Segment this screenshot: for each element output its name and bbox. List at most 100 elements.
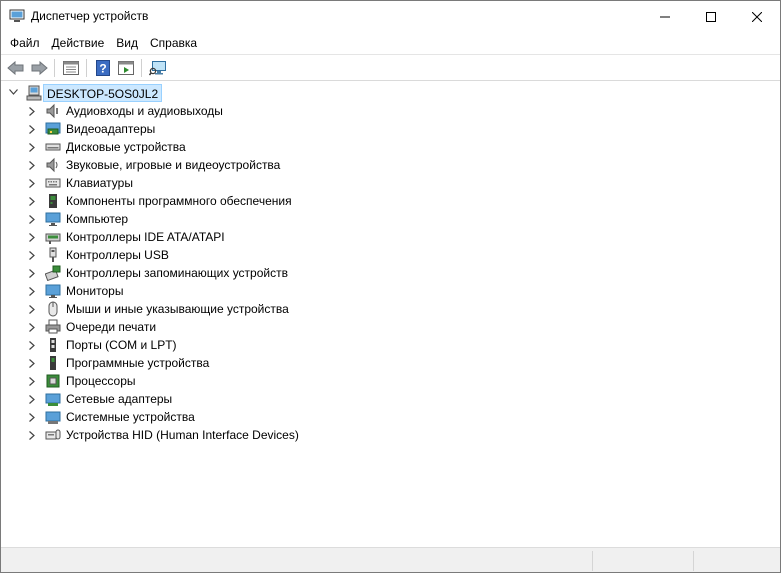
- update-driver-button[interactable]: [114, 57, 137, 79]
- tree-item-label: Порты (COM и LPT): [66, 338, 177, 352]
- tree-root[interactable]: DESKTOP-5OS0JL2: [1, 84, 201, 102]
- close-button[interactable]: [734, 1, 780, 32]
- back-icon: [6, 60, 23, 75]
- tree-item[interactable]: Контроллеры запоминающих устройств: [1, 264, 401, 282]
- minimize-button[interactable]: [642, 1, 688, 32]
- chevron-right-icon[interactable]: [29, 377, 35, 386]
- chevron-right-icon[interactable]: [29, 413, 35, 422]
- toolbar-separator: [86, 58, 87, 77]
- help-icon: ?: [95, 59, 110, 76]
- tree-item[interactable]: Контроллеры IDE ATA/ATAPI: [1, 228, 401, 246]
- tree-item-label: Системные устройства: [66, 410, 195, 424]
- help-button[interactable]: ?: [91, 57, 114, 79]
- mouse-icon: [48, 301, 58, 317]
- chevron-right-icon[interactable]: [29, 359, 35, 368]
- menu-help[interactable]: Справка: [144, 33, 203, 53]
- tree-item-label: Очереди печати: [66, 320, 157, 334]
- menu-bar: Файл Действие Вид Справка: [1, 32, 780, 54]
- display-adapter-icon: [45, 122, 61, 135]
- audio-io-icon: [46, 103, 58, 119]
- menu-view[interactable]: Вид: [110, 33, 144, 53]
- menu-view-label: Вид: [116, 36, 138, 50]
- chevron-right-icon[interactable]: [29, 431, 35, 440]
- tree-item-label: Компоненты программного обеспечения: [66, 194, 292, 208]
- tree-item[interactable]: Мониторы: [1, 282, 401, 300]
- forward-button[interactable]: [27, 57, 50, 79]
- chevron-right-icon[interactable]: [29, 179, 35, 188]
- tree-item[interactable]: Очереди печати: [1, 318, 401, 336]
- scan-hardware-icon: [148, 60, 166, 75]
- status-bar: [1, 547, 780, 572]
- title-bar[interactable]: Диспетчер устройств: [1, 1, 780, 32]
- toolbar: ?: [1, 55, 780, 80]
- tree-item-label: Аудиовходы и аудиовыходы: [66, 104, 223, 118]
- hid-icon: [45, 429, 61, 440]
- status-divider: [693, 551, 694, 571]
- chevron-right-icon[interactable]: [29, 215, 35, 224]
- tree-item-label: Видеоадаптеры: [66, 122, 156, 136]
- tree-root-label[interactable]: DESKTOP-5OS0JL2: [43, 84, 163, 102]
- tree-item-label: Процессоры: [66, 374, 136, 388]
- chevron-right-icon[interactable]: [29, 395, 35, 404]
- device-manager-window: Диспетчер устройств Файл Действие Вид Сп…: [0, 0, 781, 573]
- disk-drive-icon: [45, 143, 61, 151]
- chevron-right-icon[interactable]: [29, 305, 35, 314]
- maximize-icon: [706, 11, 716, 22]
- system-device-icon: [45, 411, 61, 424]
- toolbar-separator: [54, 58, 55, 77]
- tree-item[interactable]: Устройства HID (Human Interface Devices): [1, 426, 401, 444]
- chevron-right-icon[interactable]: [29, 287, 35, 296]
- tree-item-label: Звуковые, игровые и видеоустройства: [66, 158, 281, 172]
- chevron-right-icon[interactable]: [29, 161, 35, 170]
- properties-pane-button[interactable]: [59, 57, 82, 79]
- tree-item[interactable]: Компоненты программного обеспечения: [1, 192, 401, 210]
- tree-item[interactable]: Процессоры: [1, 372, 401, 390]
- tree-item[interactable]: Видеоадаптеры: [1, 120, 401, 138]
- window-title: Диспетчер устройств: [31, 9, 149, 23]
- chevron-right-icon[interactable]: [29, 107, 35, 116]
- tree-item[interactable]: Программные устройства: [1, 354, 401, 372]
- chevron-down-icon[interactable]: [9, 89, 18, 95]
- tree-item[interactable]: Дисковые устройства: [1, 138, 401, 156]
- device-tree[interactable]: DESKTOP-5OS0JL2 Аудиовходы и аудиовыходы…: [1, 83, 780, 547]
- tree-item-label: Клавиатуры: [66, 176, 133, 190]
- tree-item[interactable]: Клавиатуры: [1, 174, 401, 192]
- chevron-right-icon[interactable]: [29, 251, 35, 260]
- tree-item-label: Сетевые адаптеры: [66, 392, 173, 406]
- toolbar-separator: [141, 58, 142, 77]
- chevron-right-icon[interactable]: [29, 341, 35, 350]
- chevron-right-icon[interactable]: [29, 143, 35, 152]
- scan-hardware-button[interactable]: [146, 57, 169, 79]
- tree-item[interactable]: Звуковые, игровые и видеоустройства: [1, 156, 401, 174]
- tree-item[interactable]: Сетевые адаптеры: [1, 390, 401, 408]
- computer-icon: [45, 212, 61, 226]
- chevron-right-icon[interactable]: [29, 323, 35, 332]
- menu-file-label: Файл: [10, 36, 40, 50]
- properties-pane-icon: [62, 60, 79, 75]
- tree-item-label: Дисковые устройства: [66, 140, 186, 154]
- computer-root-icon: [26, 85, 42, 101]
- tree-item[interactable]: Мыши и иные указывающие устройства: [1, 300, 401, 318]
- storage-controller-icon: [45, 265, 61, 281]
- tree-item[interactable]: Системные устройства: [1, 408, 401, 426]
- tree-item-label: Устройства HID (Human Interface Devices): [66, 428, 299, 442]
- chevron-right-icon[interactable]: [29, 197, 35, 206]
- back-button[interactable]: [4, 57, 27, 79]
- menu-file[interactable]: Файл: [4, 33, 46, 53]
- close-icon: [752, 11, 762, 22]
- maximize-button[interactable]: [688, 1, 734, 32]
- chevron-right-icon[interactable]: [29, 125, 35, 134]
- tree-item-label: Контроллеры USB: [66, 248, 169, 262]
- tree-item[interactable]: Контроллеры USB: [1, 246, 401, 264]
- network-adapter-icon: [45, 393, 61, 406]
- chevron-right-icon[interactable]: [29, 269, 35, 278]
- toolbar-separator-line: [1, 80, 780, 81]
- tree-item-label: Мониторы: [66, 284, 124, 298]
- menu-action[interactable]: Действие: [46, 33, 111, 53]
- tree-item[interactable]: Порты (COM и LPT): [1, 336, 401, 354]
- tree-item[interactable]: Компьютер: [1, 210, 401, 228]
- tree-item[interactable]: Аудиовходы и аудиовыходы: [1, 102, 401, 120]
- chevron-right-icon[interactable]: [29, 233, 35, 242]
- printer-icon: [45, 319, 61, 334]
- forward-icon: [31, 60, 48, 75]
